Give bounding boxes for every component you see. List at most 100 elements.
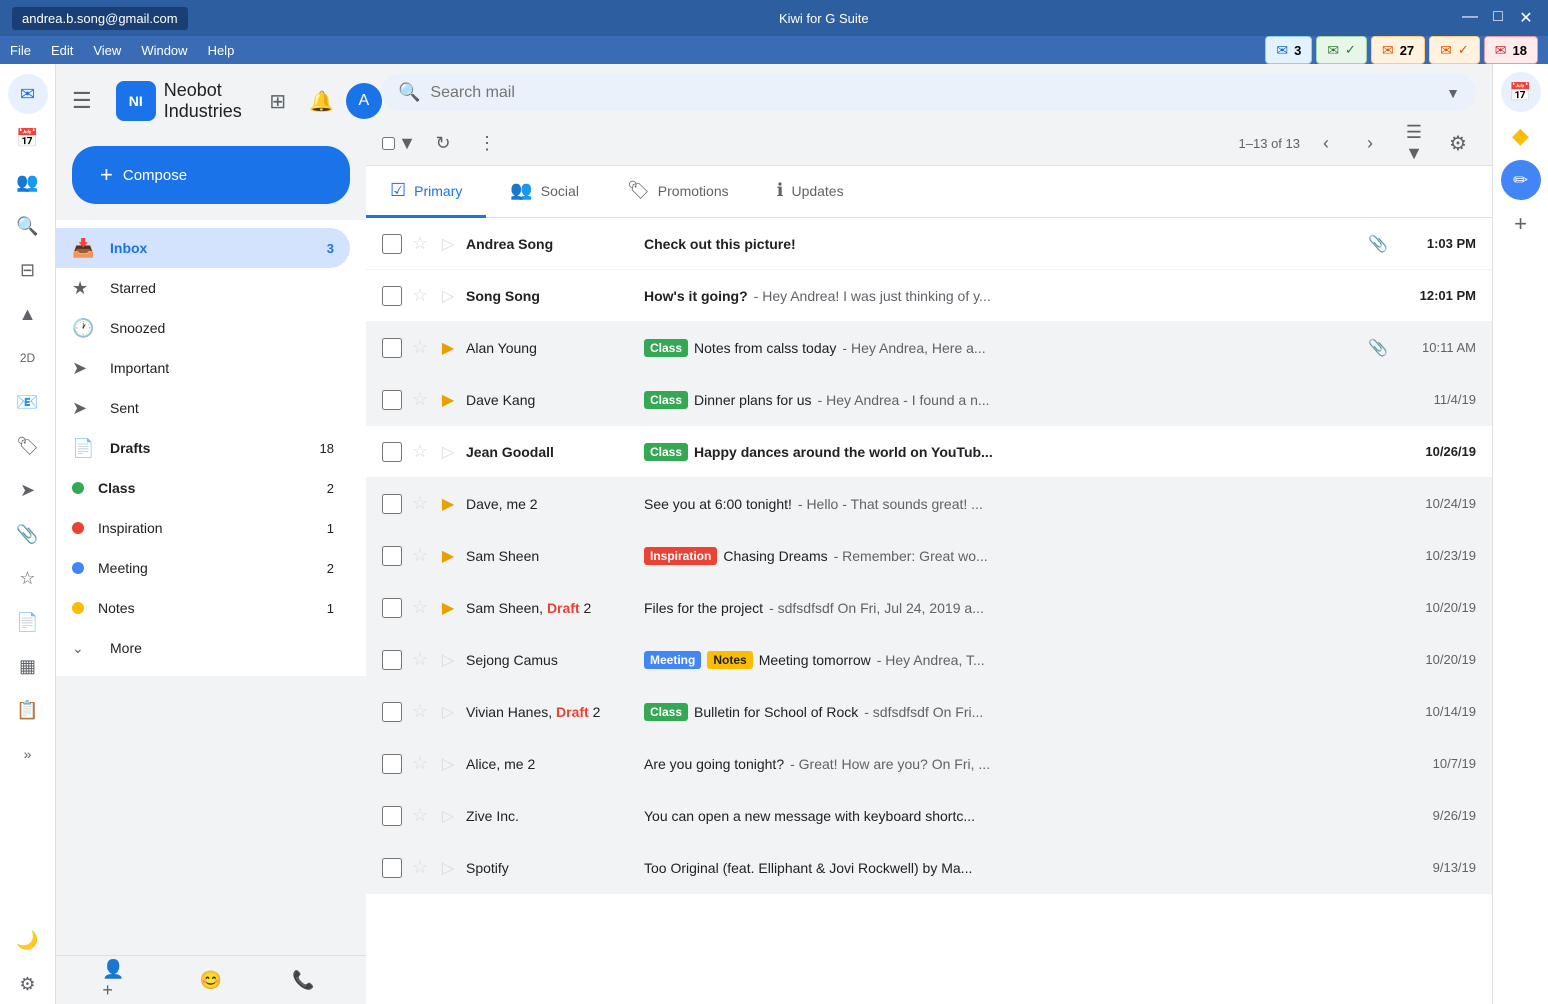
menu-edit[interactable]: Edit (51, 43, 73, 58)
prev-page-button[interactable]: ‹ (1308, 125, 1344, 161)
sidebar-item-meeting[interactable]: Meeting 2 (56, 548, 350, 588)
email-row[interactable]: ☆ ▶ Dave, me 2 See you at 6:00 tonight! … (366, 478, 1492, 530)
email-checkbox[interactable] (382, 754, 402, 774)
rail-grid-icon[interactable]: ▦ (8, 646, 48, 686)
email-row[interactable]: ☆ ▷ Andrea Song Check out this picture! … (366, 218, 1492, 270)
face-smile-icon[interactable]: 😊 (195, 964, 227, 996)
counter-btn-1[interactable]: ✉ 3 (1265, 36, 1312, 64)
minimize-button[interactable]: — (1460, 8, 1480, 28)
sidebar-item-important[interactable]: ➤ Important (56, 348, 350, 388)
rail-mail-icon[interactable]: ✉ (8, 74, 48, 114)
menu-file[interactable]: File (10, 43, 31, 58)
add-contact-icon[interactable]: 👤+ (102, 964, 134, 996)
star-icon[interactable]: ☆ (410, 389, 430, 410)
rail-star2-icon[interactable]: ☆ (8, 558, 48, 598)
sidebar-item-sent[interactable]: ➤ Sent (56, 388, 350, 428)
star-icon[interactable]: ☆ (410, 545, 430, 566)
tab-promotions[interactable]: 🏷 Promotions (603, 166, 753, 218)
email-row[interactable]: ☆ ▶ Alan Young Class Notes from calss to… (366, 322, 1492, 374)
counter-btn-5[interactable]: ✉ 18 (1484, 36, 1538, 64)
menu-view[interactable]: View (93, 43, 121, 58)
email-checkbox[interactable] (382, 494, 402, 514)
email-checkbox[interactable] (382, 442, 402, 462)
rail-settings-icon[interactable]: ⚙ (8, 964, 48, 1004)
rail-2d-icon[interactable]: 2D (8, 338, 48, 378)
email-checkbox[interactable] (382, 286, 402, 306)
email-row[interactable]: ☆ ▷ Alice, me 2 Are you going tonight? -… (366, 738, 1492, 790)
close-button[interactable]: ✕ (1516, 8, 1536, 28)
view-options-button[interactable]: ☰ ▼ (1396, 125, 1432, 161)
email-row[interactable]: ☆ ▷ Vivian Hanes, Draft 2 Class Bulletin… (366, 686, 1492, 738)
refresh-button[interactable]: ↻ (425, 125, 461, 161)
email-row[interactable]: ☆ ▷ Jean Goodall Class Happy dances arou… (366, 426, 1492, 478)
email-row[interactable]: ☆ ▷ Zive Inc. You can open a new message… (366, 790, 1492, 842)
right-add-icon[interactable]: + (1501, 204, 1541, 244)
rail-arrow-icon[interactable]: ➤ (8, 470, 48, 510)
email-checkbox[interactable] (382, 858, 402, 878)
tab-updates[interactable]: ℹ Updates (753, 166, 868, 218)
star-icon[interactable]: ☆ (410, 805, 430, 826)
email-row[interactable]: ☆ ▷ Song Song How's it going? - Hey Andr… (366, 270, 1492, 322)
email-checkbox[interactable] (382, 546, 402, 566)
hamburger-menu[interactable]: ☰ (64, 80, 100, 122)
search-dropdown-icon[interactable]: ▼ (1446, 85, 1460, 101)
right-yellow-icon[interactable]: ◆ (1501, 116, 1541, 156)
star-icon[interactable]: ☆ (410, 857, 430, 878)
email-row[interactable]: ☆ ▶ Sam Sheen Inspiration Chasing Dreams… (366, 530, 1492, 582)
rail-calendar-icon[interactable]: 📅 (8, 118, 48, 158)
rail-clip-icon[interactable]: 📎 (8, 514, 48, 554)
star-icon[interactable]: ☆ (410, 597, 430, 618)
rail-filter-icon[interactable]: ⊟ (8, 250, 48, 290)
email-row[interactable]: ☆ ▶ Dave Kang Class Dinner plans for us … (366, 374, 1492, 426)
sidebar-item-more[interactable]: ⌄ More (56, 628, 350, 668)
star-icon[interactable]: ☆ (410, 753, 430, 774)
rail-contacts-icon[interactable]: 👥 (8, 162, 48, 202)
compose-button[interactable]: + Compose (72, 146, 350, 204)
counter-btn-3[interactable]: ✉ 27 (1371, 36, 1425, 64)
counter-btn-2[interactable]: ✉ ✓ (1316, 36, 1367, 64)
more-options-button[interactable]: ⋮ (469, 125, 505, 161)
email-checkbox[interactable] (382, 598, 402, 618)
email-row[interactable]: ☆ ▷ Sejong Camus Meeting Notes Meeting t… (366, 634, 1492, 686)
email-row[interactable]: ☆ ▶ Sam Sheen, Draft 2 Files for the pro… (366, 582, 1492, 634)
counter-btn-4[interactable]: ✉ ✓ (1429, 36, 1480, 64)
right-blue-pencil-icon[interactable]: ✏ (1501, 160, 1541, 200)
star-icon[interactable]: ☆ (410, 233, 430, 254)
menu-help[interactable]: Help (208, 43, 235, 58)
select-dropdown-button[interactable]: ▼ (397, 129, 417, 157)
star-icon[interactable]: ☆ (410, 493, 430, 514)
menu-window[interactable]: Window (141, 43, 187, 58)
rail-tag-icon[interactable]: 🏷 (8, 426, 48, 466)
star-icon[interactable]: ☆ (410, 441, 430, 462)
email-checkbox[interactable] (382, 806, 402, 826)
email-row[interactable]: ☆ ▷ Spotify Too Original (feat. Elliphan… (366, 842, 1492, 894)
star-icon[interactable]: ☆ (410, 337, 430, 358)
rail-search-icon[interactable]: 🔍 (8, 206, 48, 246)
email-checkbox[interactable] (382, 234, 402, 254)
sidebar-item-starred[interactable]: ★ Starred (56, 268, 350, 308)
rail-mail2-icon[interactable]: 📧 (8, 382, 48, 422)
settings-button[interactable]: ⚙ (1440, 125, 1476, 161)
rail-up-icon[interactable]: ▲ (8, 294, 48, 334)
search-input[interactable] (430, 84, 1436, 102)
right-calendar-icon[interactable]: 📅 (1501, 72, 1541, 112)
phone-icon[interactable]: 📞 (288, 964, 320, 996)
star-icon[interactable]: ☆ (410, 649, 430, 670)
sidebar-item-drafts[interactable]: 📄 Drafts 18 (56, 428, 350, 468)
rail-chevron-icon[interactable]: » (8, 734, 48, 774)
rail-doc-icon[interactable]: 📄 (8, 602, 48, 642)
sidebar-item-inbox[interactable]: 📥 Inbox 3 (56, 228, 350, 268)
email-checkbox[interactable] (382, 702, 402, 722)
email-checkbox[interactable] (382, 390, 402, 410)
maximize-button[interactable]: □ (1488, 8, 1508, 28)
select-all-checkbox[interactable] (382, 137, 395, 150)
star-icon[interactable]: ☆ (410, 701, 430, 722)
sidebar-item-notes[interactable]: Notes 1 (56, 588, 350, 628)
tab-primary[interactable]: ☑ Primary (366, 166, 486, 218)
tab-social[interactable]: 👥 Social (486, 166, 603, 218)
apps-button[interactable]: ⊞ (258, 81, 298, 121)
rail-book-icon[interactable]: 📋 (8, 690, 48, 730)
sidebar-item-inspiration[interactable]: Inspiration 1 (56, 508, 350, 548)
email-checkbox[interactable] (382, 338, 402, 358)
sidebar-item-snoozed[interactable]: 🕐 Snoozed (56, 308, 350, 348)
